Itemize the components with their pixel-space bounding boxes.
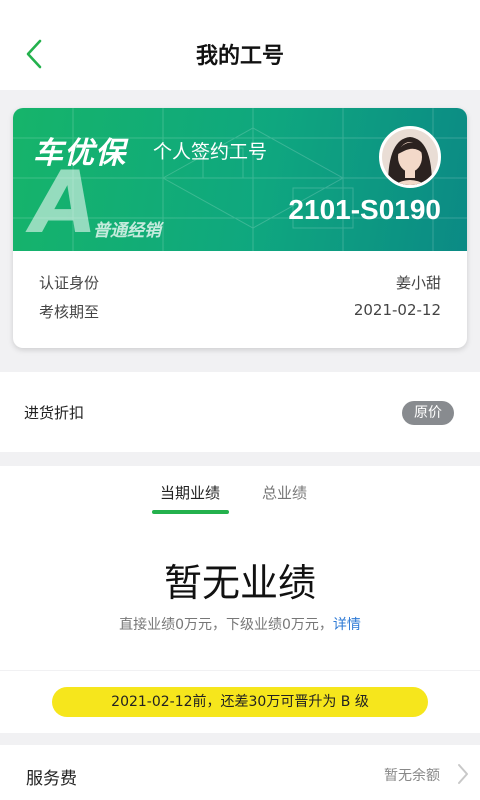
row-label: 认证身份	[39, 274, 100, 292]
user-photo	[382, 129, 438, 185]
chevron-right-icon	[458, 764, 468, 784]
promo-section: 2021-02-12前，还差30万可晋升为 B 级	[0, 671, 480, 733]
service-fee-row[interactable]: 服务费 暂无余额	[0, 745, 480, 800]
level-name: 普通经销	[93, 221, 161, 241]
discount-row: 进货折扣 原价	[0, 372, 480, 452]
row-value: 2021-02-12	[353, 301, 441, 319]
service-fee-value: 暂无余额	[384, 768, 440, 784]
row-label: 考核期至	[39, 303, 100, 321]
discount-label: 进货折扣	[24, 404, 85, 422]
promotion-banner: 2021-02-12前，还差30万可晋升为 B 级	[52, 687, 428, 717]
summary-text: 直接业绩0万元，下级业绩0万元，	[119, 617, 333, 633]
id-card: 车优保 个人签约工号 A 普通经销 2101-S0190 认证身份 姜小甜 考核	[13, 108, 467, 348]
service-fee-label: 服务费	[26, 769, 77, 789]
card-banner: 车优保 个人签约工号 A 普通经销 2101-S0190	[13, 108, 467, 251]
performance-section: 当期业绩 总业绩 暂无业绩 直接业绩0万元，下级业绩0万元，详情	[0, 466, 480, 670]
active-tab-indicator	[152, 510, 229, 514]
tab-current-performance[interactable]: 当期业绩	[160, 482, 220, 503]
header-bar: 我的工号	[0, 0, 480, 90]
avatar[interactable]	[379, 126, 441, 188]
card-row-expiry: 考核期至 2021-02-12	[39, 301, 441, 322]
discount-badge: 原价	[402, 401, 454, 425]
page-title: 我的工号	[195, 44, 284, 69]
details-link[interactable]: 详情	[333, 617, 361, 633]
employee-number: 2101-S0190	[288, 194, 441, 225]
tab-total-performance[interactable]: 总业绩	[262, 482, 307, 503]
card-row-identity: 认证身份 姜小甜	[39, 272, 441, 293]
card-subtitle: 个人签约工号	[153, 141, 268, 163]
card-section: 车优保 个人签约工号 A 普通经销 2101-S0190 认证身份 姜小甜 考核	[0, 90, 480, 360]
level-letter: A	[31, 153, 98, 251]
row-value: 姜小甜	[395, 274, 441, 292]
performance-headline: 暂无业绩	[163, 561, 316, 605]
performance-summary: 直接业绩0万元，下级业绩0万元，详情	[0, 614, 480, 634]
